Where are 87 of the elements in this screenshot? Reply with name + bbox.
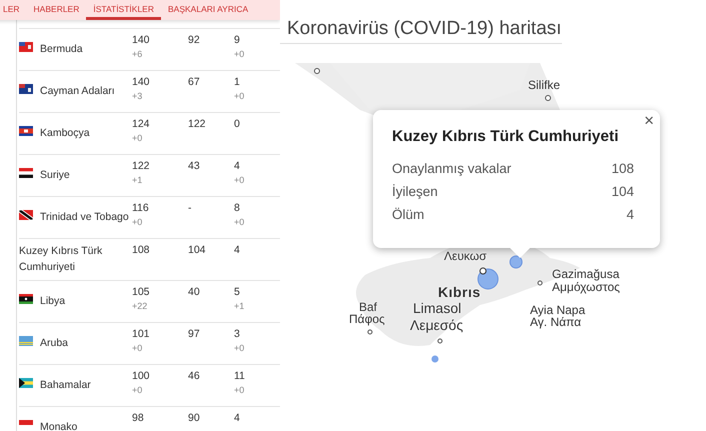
death-count: 0 — [234, 118, 241, 130]
death-count: 8 — [234, 202, 241, 214]
death-count: 4 — [234, 412, 241, 424]
place-label: Λευκωσ — [444, 250, 487, 262]
death-count: 4 — [234, 244, 241, 256]
tab[interactable]: BAŞKALARI AYRICA — [161, 0, 256, 20]
case-count: 108 — [132, 244, 151, 256]
flag-icon — [19, 84, 33, 94]
country-name: Kamboçya — [40, 126, 91, 141]
country-name: Bahamalar — [40, 378, 92, 393]
place-label: Gazimağusa — [552, 268, 620, 280]
stat-value: 104 — [611, 183, 634, 201]
tab[interactable]: İSTATİSTİKLER — [86, 0, 161, 20]
daily-change: +0 — [234, 49, 246, 59]
recovered-count: 97 — [188, 328, 201, 340]
death-count: 3 — [234, 328, 241, 340]
case-count: 105 — [132, 286, 151, 298]
case-count: 116 — [132, 202, 150, 214]
daily-change: +6 — [132, 49, 144, 59]
country-name: Bermuda — [40, 42, 84, 57]
flag-icon — [19, 168, 33, 178]
case-count: 100 — [132, 370, 151, 382]
flag-icon — [19, 126, 33, 136]
country-name: Libya — [40, 294, 66, 309]
daily-change: +0 — [234, 175, 246, 185]
place-label: Silifke — [528, 79, 560, 91]
case-count: 98 — [132, 412, 145, 424]
place-label: Λεμεσός — [410, 318, 464, 332]
case-count: 122 — [132, 160, 151, 172]
daily-change: +1 — [132, 175, 144, 185]
recovered-count: 92 — [188, 34, 201, 46]
place-label: Ayia Napa — [530, 304, 586, 316]
place-label: Αμμόχωστος — [552, 281, 620, 293]
daily-change: +0 — [234, 91, 246, 101]
recovered-count: 104 — [188, 244, 207, 256]
map-title: Koronavirüs (COVID-19) haritası — [280, 0, 562, 44]
flag-icon — [19, 378, 33, 388]
case-count: 124 — [132, 118, 151, 130]
daily-change: +0 — [132, 343, 144, 353]
flag-icon — [19, 336, 33, 346]
place-label: Limasol — [413, 301, 462, 315]
death-count: 5 — [234, 286, 241, 298]
flag-icon — [19, 210, 33, 220]
case-count: 140 — [132, 34, 151, 46]
country-name: Cayman Adaları — [40, 84, 116, 99]
case-count: 140 — [132, 76, 151, 88]
case-count: 101 — [132, 328, 151, 340]
place-label: Αγ. Νάπα — [530, 316, 582, 328]
daily-change: +0 — [132, 133, 144, 143]
recovered-count: 90 — [188, 412, 201, 424]
flag-icon — [19, 294, 33, 304]
death-count: 11 — [234, 370, 246, 382]
recovered-count: 46 — [188, 370, 201, 382]
daily-change: +0 — [234, 217, 246, 227]
recovered-count: - — [188, 202, 192, 214]
recovered-count: 67 — [188, 76, 201, 88]
place-label: Baf — [359, 301, 378, 313]
stat-value: 108 — [611, 160, 634, 178]
death-count: 9 — [234, 34, 241, 46]
country-name: Kuzey Kıbrıs Türk Cumhuriyeti — [19, 244, 104, 274]
tab[interactable]: LER — [0, 0, 27, 20]
place-label: Πάφος — [349, 313, 385, 325]
tab[interactable]: HABERLER — [26, 0, 86, 20]
daily-change: +0 — [234, 343, 246, 353]
death-count: 1 — [234, 76, 241, 88]
country-name: Suriye — [40, 168, 71, 183]
daily-change: +22 — [132, 301, 148, 311]
recovered-count: 122 — [188, 118, 207, 130]
daily-change: +3 — [132, 91, 144, 101]
daily-change: +1 — [234, 301, 246, 311]
daily-change: +0 — [234, 385, 246, 395]
recovered-count: 43 — [188, 160, 201, 172]
country-name: Monako — [40, 420, 78, 431]
death-count: 4 — [234, 160, 241, 172]
daily-change: +0 — [132, 385, 144, 395]
stat-label: Onaylanmış vakalar — [392, 160, 512, 178]
stat-label: İyileşen — [392, 183, 438, 201]
stat-value: 4 — [626, 206, 634, 224]
daily-change: +0 — [132, 217, 144, 227]
popup-title: Kuzey Kıbrıs Türk Cumhuriyeti — [392, 128, 619, 146]
recovered-count: 40 — [188, 286, 201, 298]
country-name: Trinidad ve Tobago — [40, 210, 130, 225]
close-button[interactable]: × — [642, 111, 656, 131]
country-name: Aruba — [40, 336, 70, 351]
place-label: Kıbrıs — [438, 285, 481, 299]
flag-icon — [19, 42, 33, 52]
stat-label: Ölüm — [392, 206, 424, 224]
